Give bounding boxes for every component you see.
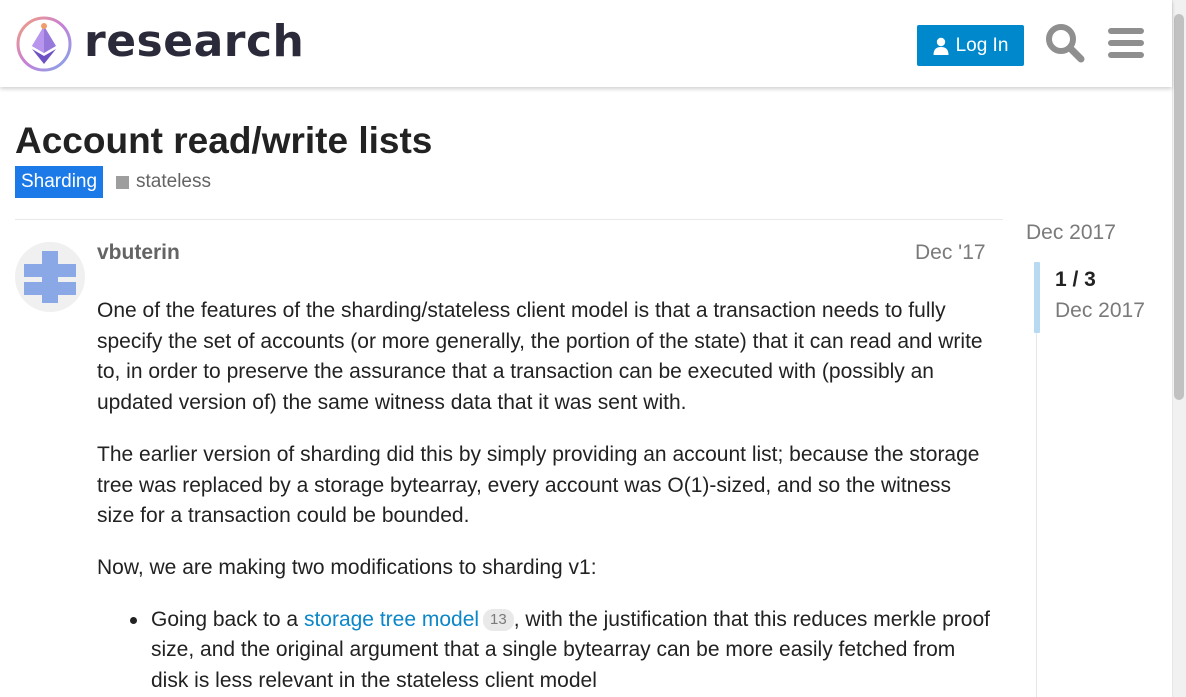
post-username[interactable]: vbuterin	[97, 241, 180, 265]
user-icon	[933, 37, 949, 55]
list-item: Going back to a storage tree model 13, wi…	[130, 605, 992, 697]
timeline-start-date[interactable]: Dec 2017	[1026, 221, 1116, 245]
divider	[15, 219, 1003, 220]
timeline-scroller-handle[interactable]	[1034, 262, 1040, 333]
post-body: One of the features of the sharding/stat…	[97, 296, 992, 697]
avatar[interactable]	[15, 242, 85, 312]
scrollbar-thumb[interactable]	[1174, 14, 1184, 400]
post-paragraph: The earlier version of sharding did this…	[97, 442, 980, 528]
link-click-count-badge: 13	[483, 608, 514, 631]
ethereum-logo-icon[interactable]	[16, 14, 76, 74]
search-icon[interactable]	[1044, 22, 1086, 64]
category-badge-sharding[interactable]: Sharding	[15, 166, 104, 198]
topic-title[interactable]: Account read/write lists	[15, 118, 432, 164]
post-bullet-list: Going back to a storage tree model 13, wi…	[130, 605, 992, 697]
site-logo-text[interactable]: research	[84, 14, 304, 70]
storage-tree-model-link[interactable]: storage tree model	[304, 608, 479, 631]
login-button[interactable]: Log In	[917, 25, 1024, 66]
bullet-prefix: Going back to a	[151, 607, 304, 631]
post-paragraph: One of the features of the sharding/stat…	[97, 299, 983, 415]
site-header: research Log In	[0, 0, 1172, 87]
timeline-position: 1 / 3	[1055, 268, 1096, 291]
tag-stateless[interactable]: stateless	[116, 166, 211, 198]
hamburger-menu-icon[interactable]	[1105, 22, 1147, 64]
tag-label: stateless	[136, 171, 211, 192]
timeline-current-date: Dec 2017	[1055, 299, 1145, 322]
post-date[interactable]: Dec '17	[915, 241, 986, 265]
post-paragraph: Now, we are making two modifications to …	[97, 555, 597, 579]
tag-square-icon	[116, 175, 129, 189]
login-label: Log In	[955, 34, 1009, 56]
